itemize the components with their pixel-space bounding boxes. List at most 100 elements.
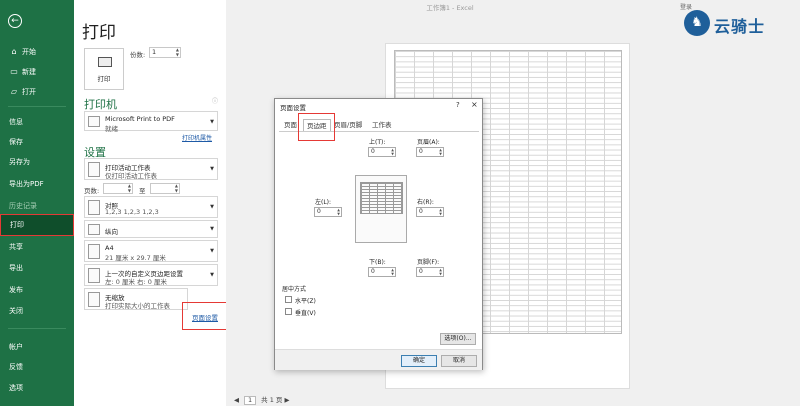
collate-select[interactable]: 对照 1,2,3 1,2,3 1,2,3 ▼	[84, 196, 218, 218]
options-button[interactable]: 选项(O)...	[440, 333, 476, 345]
spinner-arrows-icon[interactable]: ▲ ▼	[439, 148, 442, 156]
spinner-arrows-icon[interactable]: ▲ ▼	[439, 268, 442, 276]
cancel-button[interactable]: 取消	[441, 355, 477, 367]
help-icon[interactable]: ?	[456, 101, 460, 109]
margins-tab-highlight	[298, 113, 335, 141]
window-title: 工作簿1 - Excel	[426, 4, 474, 12]
tab-sheet[interactable]: 工作表	[369, 119, 395, 131]
page-total: 共 1 页	[261, 396, 283, 404]
paper-size-select[interactable]: A4 21 厘米 x 29.7 厘米 ▼	[84, 240, 218, 262]
nav-item-open[interactable]: ▱ 打开	[0, 83, 74, 101]
scaling-select[interactable]: 无缩放 打印实际大小的工作表	[84, 288, 188, 310]
folder-open-icon: ▱	[10, 87, 18, 96]
spinner-arrows-icon[interactable]: ▲ ▼	[175, 183, 178, 193]
pages-label: 页数:	[84, 187, 100, 195]
nav-item-home[interactable]: ⌂ 开始	[0, 43, 74, 61]
spinner-arrows-icon[interactable]: ▲ ▼	[176, 47, 179, 57]
page-setup-highlight	[182, 302, 232, 330]
bottom-margin-input[interactable]: 0 ▲ ▼	[368, 267, 396, 277]
printer-section-title: 打印机	[84, 98, 117, 111]
back-arrow-icon[interactable]: ←	[8, 14, 22, 28]
left-margin-label: 左(L):	[315, 199, 332, 206]
knight-logo-icon: ♞	[684, 10, 710, 36]
nav-item-save-as[interactable]: 另存为	[0, 153, 74, 171]
bottom-margin-label: 下(B):	[369, 259, 386, 266]
nav-item-publish[interactable]: 发布	[0, 281, 74, 299]
nav-item-export-pdf[interactable]: 导出为PDF	[0, 175, 74, 193]
scaling-icon	[88, 292, 100, 307]
horizontal-label: 水平(Z)	[295, 298, 316, 305]
footer-margin-label: 页脚(F):	[417, 259, 440, 266]
pages-to-input[interactable]: ▲ ▼	[150, 183, 180, 194]
nav-item-print[interactable]: 打印	[0, 214, 74, 236]
portrait-icon	[88, 224, 100, 235]
print-what-select[interactable]: 打印活动工作表 仅打印活动工作表 ▼	[84, 158, 218, 180]
chevron-down-icon: ▼	[210, 248, 214, 254]
orientation-select[interactable]: 纵向 ▼	[84, 220, 218, 238]
chevron-down-icon: ▼	[210, 166, 214, 172]
spinner-arrows-icon[interactable]: ▲ ▼	[391, 268, 394, 276]
margins-select[interactable]: 上一次的自定义页边距设置 左: 0 厘米 右: 0 厘米 ▼	[84, 264, 218, 286]
center-on-page-title: 居中方式	[282, 286, 307, 293]
paper-icon	[88, 244, 100, 259]
vertical-label: 垂直(V)	[295, 310, 316, 317]
footer-margin-input[interactable]: 0 ▲ ▼	[416, 267, 444, 277]
margins-icon	[88, 268, 100, 283]
new-doc-icon: ▭	[10, 67, 18, 76]
print-button[interactable]: 打印	[84, 48, 124, 90]
dialog-footer: 确定 取消	[275, 349, 482, 370]
pages-from-input[interactable]: ▲ ▼	[103, 183, 133, 194]
nav-item-close[interactable]: 关闭	[0, 302, 74, 320]
chevron-down-icon: ▼	[210, 204, 214, 210]
nav-item-info[interactable]: 信息	[0, 113, 74, 131]
nav-item-feedback[interactable]: 反馈	[0, 358, 74, 376]
spinner-arrows-icon[interactable]: ▲ ▼	[439, 208, 442, 216]
chevron-down-icon: ▼	[210, 119, 214, 125]
printer-select[interactable]: Microsoft Print to PDF 就绪 ▼	[84, 111, 218, 133]
right-margin-input[interactable]: 0 ▲ ▼	[416, 207, 444, 217]
ok-button[interactable]: 确定	[401, 355, 437, 367]
printer-icon	[98, 57, 112, 67]
info-icon[interactable]: ⓘ	[212, 96, 218, 105]
tab-header-footer[interactable]: 页眉/页脚	[331, 119, 365, 131]
nav-item-save[interactable]: 保存	[0, 133, 74, 151]
nav-item-export[interactable]: 导出	[0, 259, 74, 277]
copies-stepper[interactable]: 1 ▲ ▼	[149, 47, 181, 58]
spinner-arrows-icon[interactable]: ▲ ▼	[391, 148, 394, 156]
nav-item-options[interactable]: 选项	[0, 379, 74, 397]
vertical-checkbox[interactable]	[285, 308, 292, 315]
page-setup-dialog: 页面设置 ? × 页面 页边距 页眉/页脚 工作表 上(T): 0 ▲ ▼ 页眉(A…	[274, 98, 483, 370]
chevron-down-icon: ▼	[210, 272, 214, 278]
page-grid-graphic	[360, 182, 403, 214]
next-page-icon[interactable]: ▶	[285, 396, 290, 404]
header-margin-input[interactable]: 0 ▲ ▼	[416, 147, 444, 157]
left-margin-input[interactable]: 0 ▲ ▼	[314, 207, 342, 217]
horizontal-checkbox[interactable]	[285, 296, 292, 303]
copies-label: 份数:	[130, 51, 146, 59]
page-title: 打印	[82, 23, 116, 43]
printer-properties-link[interactable]: 打印机属性	[182, 133, 212, 142]
pages-to-label: 至	[139, 187, 146, 195]
top-margin-input[interactable]: 0 ▲ ▼	[368, 147, 396, 157]
nav-divider	[8, 328, 66, 329]
printer-icon	[88, 116, 100, 127]
nav-item-account[interactable]: 帐户	[0, 338, 74, 356]
nav-divider	[8, 106, 66, 107]
collate-icon	[88, 200, 100, 215]
top-margin-label: 上(T):	[369, 139, 386, 146]
backstage-nav: ← ⌂ 开始 ▭ 新建 ▱ 打开 信息 保存 另存为 导出为PDF 历史记录 打印 共…	[0, 0, 74, 406]
brand-logo: ♞ 云骑士	[684, 10, 794, 40]
spinner-arrows-icon[interactable]: ▲ ▼	[337, 208, 340, 216]
nav-item-history[interactable]: 历史记录	[0, 197, 74, 215]
home-icon: ⌂	[11, 47, 17, 56]
page-navigator: ◀ 1 共 1 页 ▶	[234, 394, 290, 405]
close-icon[interactable]: ×	[471, 100, 478, 109]
sheet-icon	[88, 162, 100, 177]
right-margin-label: 右(R):	[417, 199, 434, 206]
spinner-arrows-icon[interactable]: ▲ ▼	[128, 183, 131, 193]
nav-item-share[interactable]: 共享	[0, 238, 74, 256]
prev-page-icon[interactable]: ◀	[234, 396, 239, 404]
nav-item-new[interactable]: ▭ 新建	[0, 63, 74, 81]
page-preview-graphic	[355, 175, 407, 243]
current-page-input[interactable]: 1	[244, 396, 257, 405]
